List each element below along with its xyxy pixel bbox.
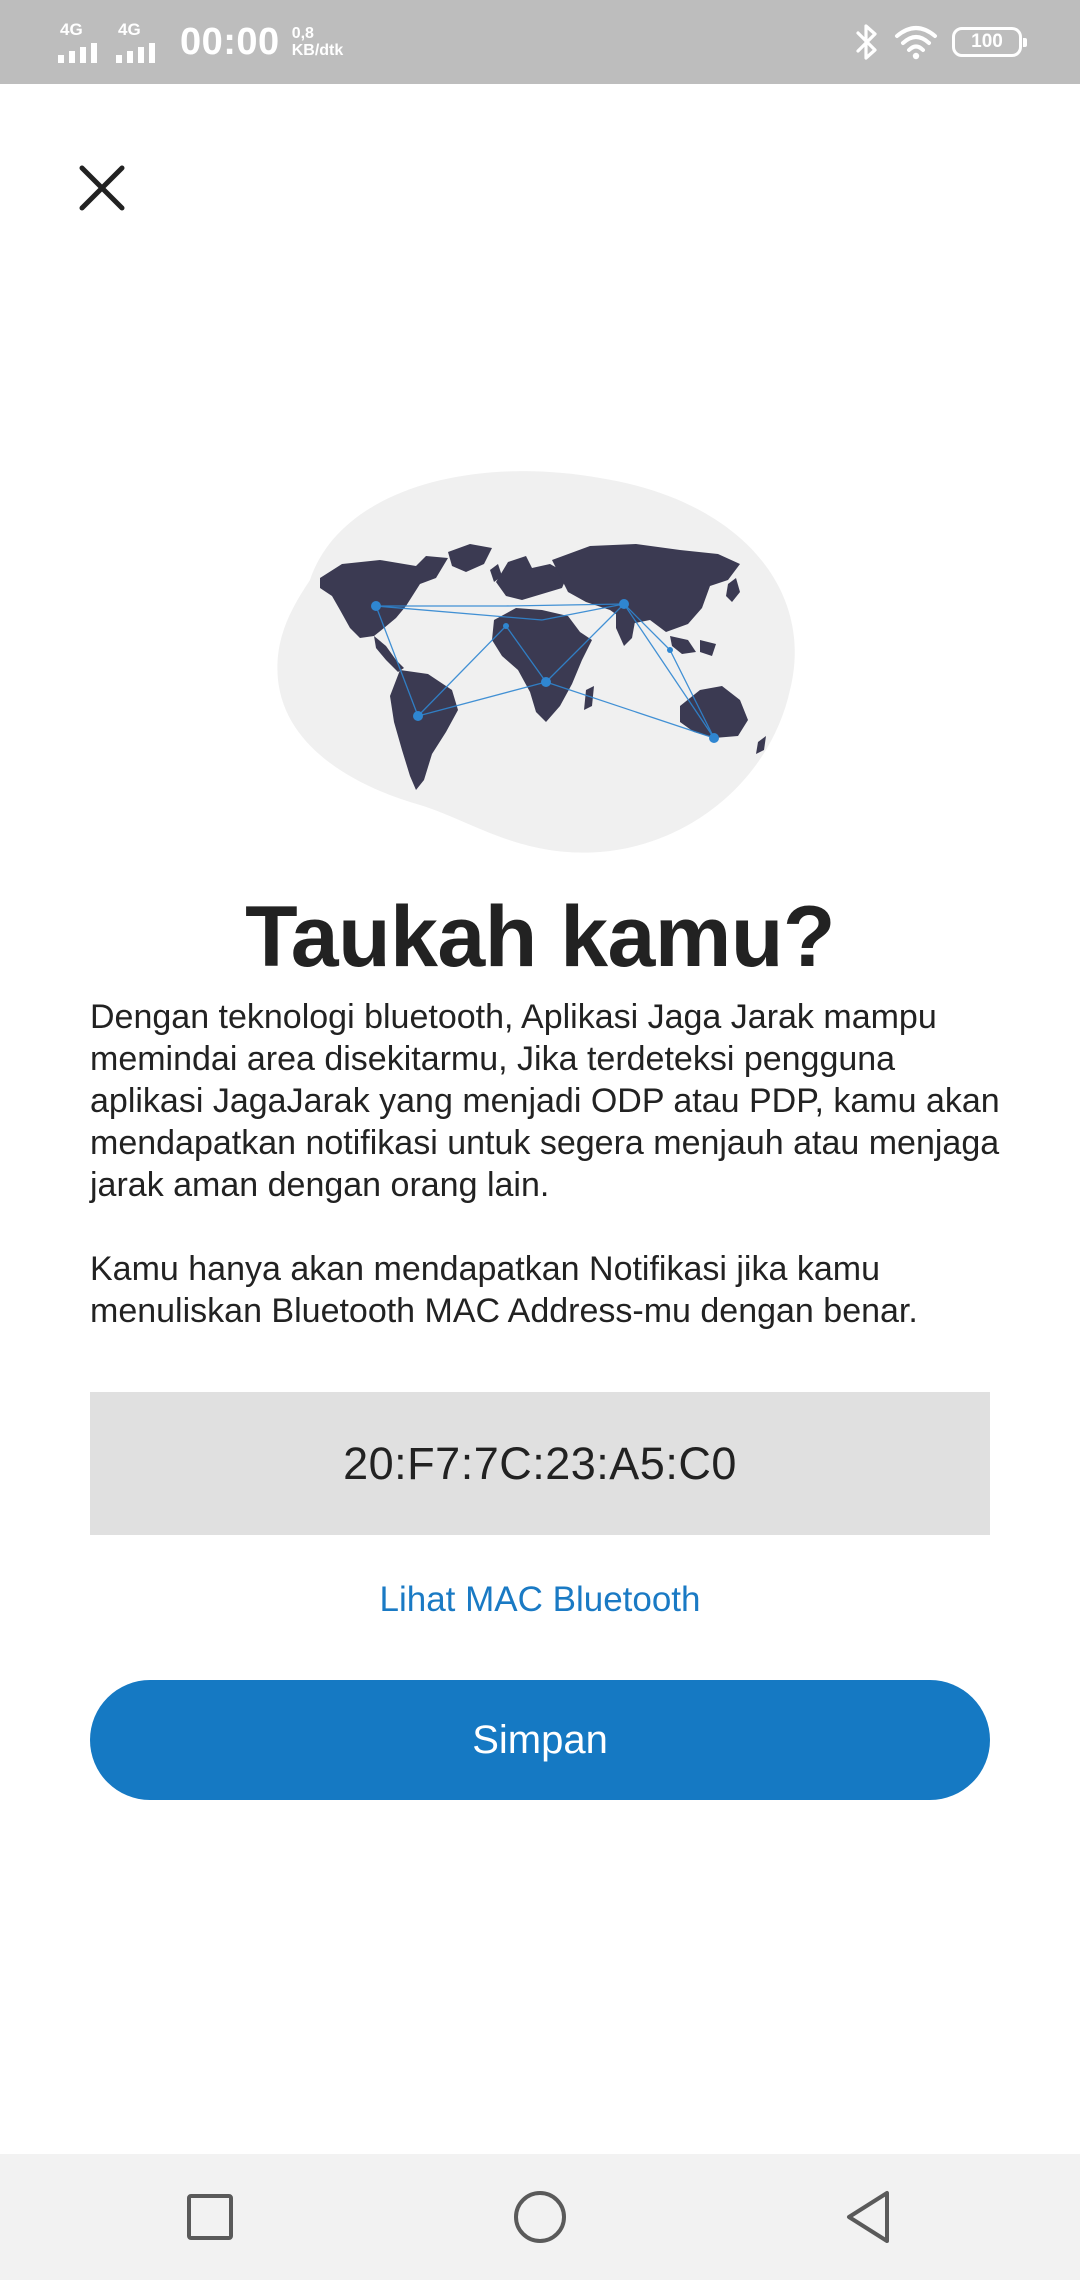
close-button[interactable] [72, 158, 132, 218]
wifi-icon [895, 26, 937, 60]
description: Dengan teknologi bluetooth, Aplikasi Jag… [90, 996, 1010, 1374]
network-type-1: 4G [60, 20, 83, 39]
battery-icon: 100 [952, 27, 1027, 57]
description-paragraph-1: Dengan teknologi bluetooth, Aplikasi Jag… [90, 998, 1000, 1204]
mac-address-field[interactable]: 20:F7:7C:23:A5:C0 [90, 1392, 990, 1535]
status-bar-left: 4G 4G 00:00 0,8 KB/dtk [58, 18, 343, 66]
back-button[interactable] [838, 2187, 898, 2247]
status-bar: 4G 4G 00:00 0,8 KB/dtk 100 [0, 0, 1080, 84]
network-speed-value: 0,8 [291, 25, 314, 42]
signal-icon: 4G [116, 21, 160, 63]
signal-icon: 4G [58, 21, 102, 63]
page-title: Taukah kamu? [245, 889, 835, 985]
recents-square-icon [187, 2194, 233, 2240]
navigation-bar [0, 2154, 1080, 2280]
network-type-2: 4G [118, 20, 141, 39]
network-speed: 0,8 KB/dtk [292, 25, 344, 59]
view-mac-bluetooth-link[interactable]: Lihat MAC Bluetooth [0, 1580, 1080, 1620]
close-icon [79, 165, 125, 211]
status-bar-right: 100 [854, 20, 1027, 64]
network-speed-unit: KB/dtk [291, 42, 344, 59]
status-time: 00:00 [180, 20, 280, 63]
recents-button[interactable] [180, 2187, 240, 2247]
back-triangle-icon [847, 2191, 889, 2243]
home-circle-icon [514, 2191, 566, 2243]
home-button[interactable] [510, 2187, 570, 2247]
battery-level: 100 [971, 31, 1003, 52]
world-map-illustration [277, 471, 795, 853]
save-button[interactable]: Simpan [90, 1680, 990, 1800]
description-paragraph-2: Kamu hanya akan mendapatkan Notifikasi j… [90, 1250, 918, 1330]
bluetooth-icon [856, 24, 877, 60]
